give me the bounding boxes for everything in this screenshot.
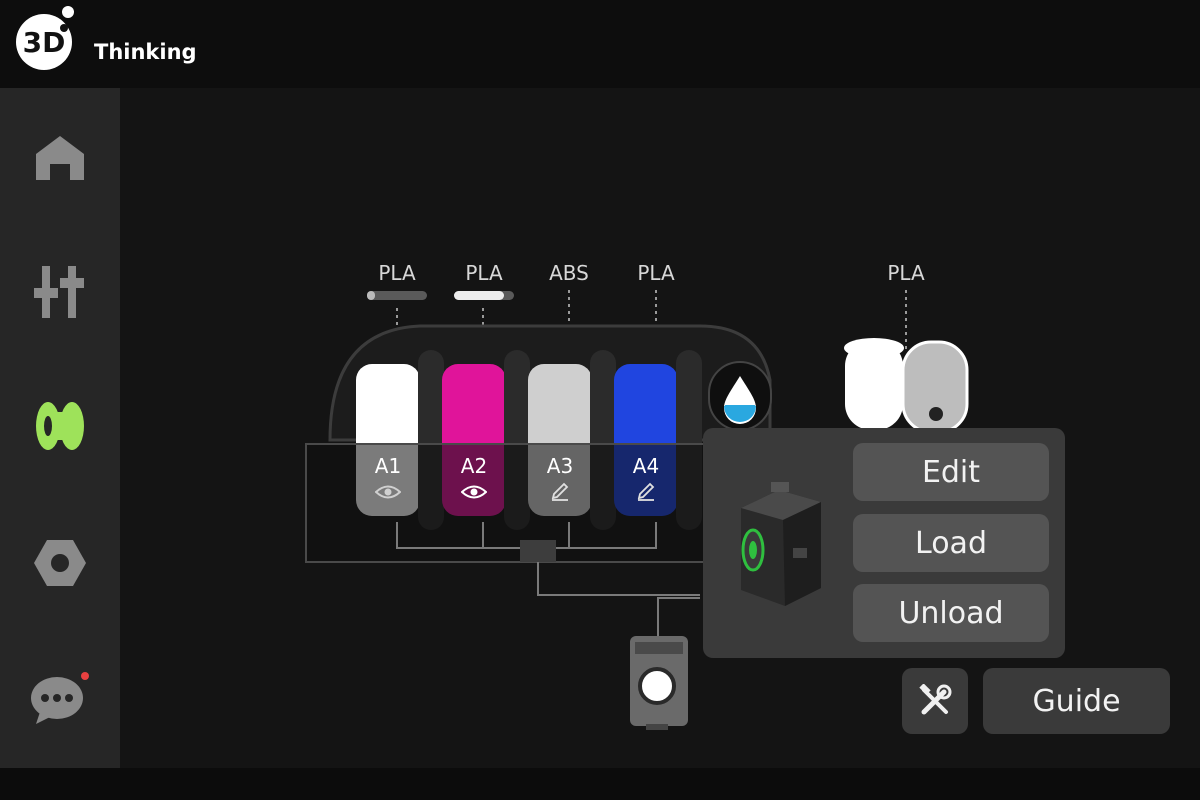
slot-a2-label: A2 xyxy=(460,454,488,478)
eye-icon xyxy=(461,485,487,499)
slot-a1-material: PLA xyxy=(378,261,416,285)
guide-button[interactable]: Guide xyxy=(983,668,1170,734)
slot-a4-material: PLA xyxy=(637,261,675,285)
slot-a2-material: PLA xyxy=(465,261,503,285)
slot-a1-indicator xyxy=(367,291,427,300)
tools-icon xyxy=(919,684,952,715)
external-spool xyxy=(844,338,969,434)
ams-unit-image xyxy=(741,482,821,606)
pencil-icon xyxy=(551,482,569,501)
eye-icon xyxy=(375,485,401,499)
slot-a2[interactable]: A2 xyxy=(442,444,506,516)
edit-button[interactable]: Edit xyxy=(853,443,1049,501)
bottom-band xyxy=(0,768,1200,800)
unload-button[interactable]: Unload xyxy=(853,584,1049,642)
screen: 3D Thinking PLA PLA ABS PLA PLA A1 A2 A3… xyxy=(0,0,1200,800)
load-button[interactable]: Load xyxy=(853,514,1049,572)
slot-a1-label: A1 xyxy=(374,454,402,478)
slot-a3-material: ABS xyxy=(549,261,589,285)
humidity-drop-icon xyxy=(708,361,772,431)
slot-a3[interactable]: A3 xyxy=(528,444,592,516)
slot-action-popup: Edit Load Unload xyxy=(703,428,1065,658)
slot-a4[interactable]: A4 xyxy=(614,444,678,516)
tools-button[interactable] xyxy=(902,668,968,734)
slot-a3-label: A3 xyxy=(546,454,574,478)
external-spool-material: PLA xyxy=(887,261,925,285)
slot-a4-label: A4 xyxy=(632,454,660,478)
toolhead-image xyxy=(630,636,688,730)
slot-a1[interactable]: A1 xyxy=(356,444,420,516)
pencil-icon xyxy=(637,482,655,501)
